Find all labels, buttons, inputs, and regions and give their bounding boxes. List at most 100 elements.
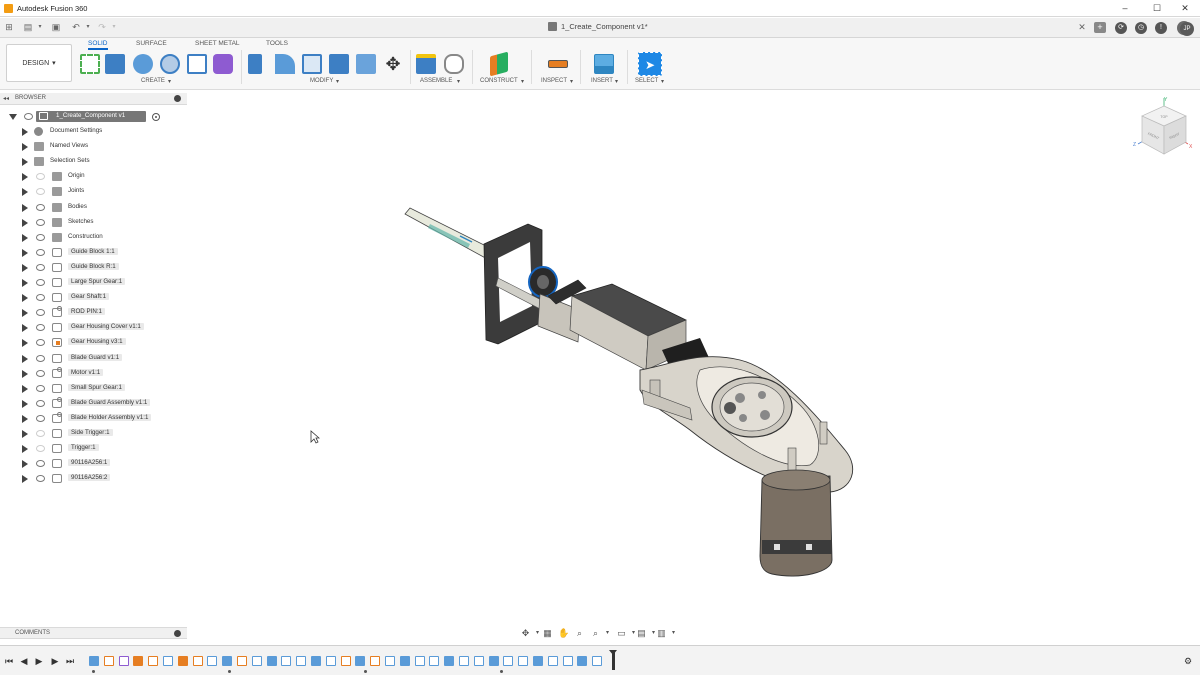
tree-item[interactable]: Trigger:1 (0, 442, 187, 456)
visibility-eye-icon[interactable] (24, 113, 33, 120)
redo-icon[interactable]: ↷ (96, 22, 108, 33)
document-tab[interactable]: 1_Create_Component v1* (548, 22, 648, 31)
activate-radio-icon[interactable] (152, 113, 160, 121)
file-dropdown-icon[interactable]: ▾ (34, 22, 46, 33)
timeline-feature-icon[interactable] (103, 656, 114, 666)
step-back-icon[interactable]: ◀ (19, 656, 29, 666)
timeline-feature-icon[interactable] (518, 656, 529, 666)
tree-item[interactable]: Gear Housing v3:1 (0, 336, 187, 350)
timeline-feature-icon[interactable] (385, 656, 395, 666)
tab-surface[interactable]: SURFACE (136, 40, 167, 47)
expand-triangle-icon[interactable] (22, 309, 28, 318)
step-forward-icon[interactable]: ▶ (50, 656, 60, 666)
new-tab-icon[interactable]: + (1094, 22, 1106, 33)
visibility-eye-icon[interactable] (36, 294, 45, 302)
extrude-icon[interactable] (105, 54, 125, 74)
timeline-feature-icon[interactable] (459, 656, 469, 666)
timeline-feature-icon[interactable] (488, 656, 499, 666)
timeline-feature-icon[interactable] (370, 656, 381, 666)
timeline-feature-icon[interactable] (148, 656, 159, 666)
timeline-feature-icon[interactable] (592, 656, 603, 666)
expand-triangle-icon[interactable] (22, 173, 28, 182)
tree-item[interactable]: Side Trigger:1 (0, 427, 187, 441)
visibility-eye-icon[interactable] (36, 475, 45, 483)
tree-item[interactable]: Small Spur Gear:1 (0, 382, 187, 396)
sweep-icon[interactable] (160, 54, 180, 74)
visibility-eye-icon[interactable] (36, 248, 45, 256)
timeline-feature-icon[interactable] (533, 656, 543, 666)
tab-sheet-metal[interactable]: SHEET METAL (195, 40, 240, 47)
tree-root[interactable]: 1_Create_Component v1 (0, 110, 187, 124)
pin-icon[interactable] (174, 95, 181, 102)
tree-item[interactable]: Construction (0, 231, 187, 245)
visibility-eye-icon[interactable] (36, 445, 45, 453)
timeline-feature-icon[interactable] (163, 656, 173, 666)
visibility-eye-icon[interactable] (36, 233, 45, 241)
modify-group-label[interactable]: MODIFY (310, 78, 333, 84)
expand-triangle-icon[interactable] (22, 248, 28, 257)
zoom-icon[interactable]: ⌕ (590, 628, 601, 639)
add-comment-icon[interactable] (174, 630, 181, 637)
tree-item[interactable]: Gear Housing Cover v1:1 (0, 321, 187, 335)
select-group-label[interactable]: SELECT (635, 78, 658, 84)
timeline-feature-icon[interactable] (133, 656, 144, 666)
timeline-feature-icon[interactable] (296, 656, 307, 666)
new-component-icon[interactable] (416, 54, 436, 74)
tree-item[interactable]: Gear Shaft:1 (0, 291, 187, 305)
expand-triangle-icon[interactable] (22, 475, 28, 484)
timeline-feature-icon[interactable] (177, 656, 188, 666)
orbit-icon[interactable]: ✥ (520, 628, 531, 639)
joint-icon[interactable] (444, 54, 464, 74)
timeline-feature-icon[interactable] (281, 656, 292, 666)
skip-to-end-icon[interactable]: ⏭ (65, 656, 75, 666)
timeline-feature-icon[interactable] (222, 656, 233, 666)
fillet-icon[interactable] (275, 54, 295, 74)
close-tab-icon[interactable]: ✕ (1076, 22, 1088, 33)
timeline-feature-icon[interactable] (325, 656, 336, 666)
combine-icon[interactable] (329, 54, 349, 74)
look-at-icon[interactable]: ▦ (542, 628, 553, 639)
tree-item[interactable]: ROD PIN:1 (0, 306, 187, 320)
timeline-feature-icon[interactable] (89, 656, 99, 666)
pan-icon[interactable]: ✋ (558, 628, 569, 639)
tree-item[interactable]: Document Settings (0, 125, 187, 139)
expand-triangle-icon[interactable] (22, 218, 28, 227)
undo-dropdown-icon[interactable]: ▾ (82, 22, 94, 33)
visibility-eye-icon[interactable] (36, 354, 45, 362)
expand-triangle-icon[interactable] (22, 399, 28, 408)
expand-triangle-icon[interactable] (22, 384, 28, 393)
measure-icon[interactable] (548, 60, 568, 68)
gear-shaft[interactable] (724, 402, 736, 414)
close-icon[interactable]: ✕ (1170, 2, 1200, 15)
user-avatar[interactable]: JP (1180, 22, 1194, 36)
maximize-icon[interactable]: ☐ (1142, 2, 1172, 15)
visibility-eye-icon[interactable] (36, 460, 45, 468)
expand-triangle-icon[interactable] (22, 430, 28, 438)
timeline-feature-icon[interactable] (118, 656, 129, 666)
notifications-icon[interactable]: ! (1155, 22, 1167, 34)
timeline-feature-icon[interactable] (207, 656, 218, 666)
expand-triangle-icon[interactable] (22, 414, 28, 423)
root-component-label-box[interactable]: 1_Create_Component v1 (36, 111, 146, 122)
visibility-eye-icon[interactable] (36, 414, 45, 422)
tree-item[interactable]: Large Spur Gear:1 (0, 276, 187, 290)
tree-item[interactable]: 90116A256:2 (0, 472, 187, 486)
expand-triangle-icon[interactable] (22, 203, 28, 212)
tree-item[interactable]: Selection Sets (0, 155, 187, 169)
timeline-feature-icon[interactable] (355, 656, 366, 666)
construct-group-label[interactable]: CONSTRUCT (480, 78, 518, 84)
revolve-icon[interactable] (133, 54, 153, 74)
expand-triangle-icon[interactable] (22, 460, 28, 469)
save-icon[interactable]: ▣ (50, 22, 62, 33)
form-icon[interactable] (213, 54, 233, 74)
tree-item[interactable]: Motor v1:1 (0, 366, 187, 381)
insert-group-label[interactable]: INSERT (591, 78, 613, 84)
tree-item[interactable]: Sketches (0, 216, 187, 230)
expand-triangle-icon[interactable] (22, 339, 28, 348)
collapse-panel-icon[interactable]: ◂◂ (3, 95, 9, 102)
create-group-label[interactable]: CREATE (141, 78, 165, 84)
timeline-feature-icon[interactable] (311, 656, 321, 666)
display-settings-icon[interactable]: ▭ (616, 628, 627, 639)
viewcube[interactable]: TOP FRONT RIGHT Y Z X (1128, 96, 1198, 166)
timeline-feature-icon[interactable] (562, 656, 573, 666)
